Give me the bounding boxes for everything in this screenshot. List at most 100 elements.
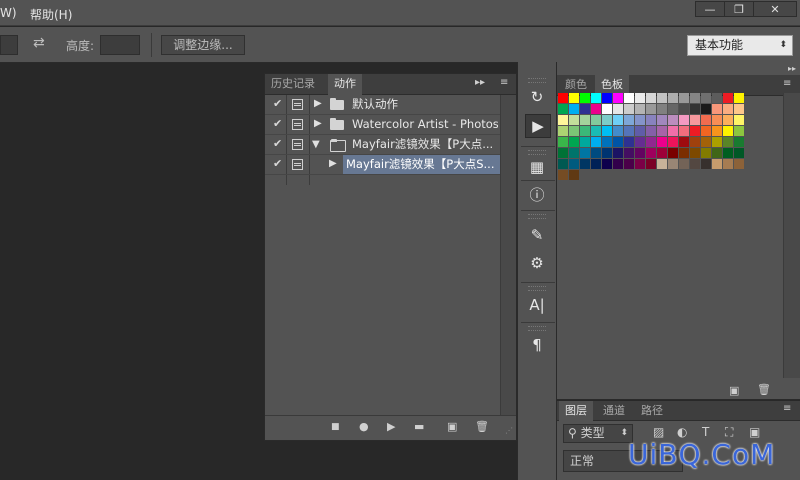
panel-menu-icon[interactable]: ≡ (783, 403, 791, 414)
color-swatch[interactable] (613, 126, 623, 136)
color-swatch[interactable] (723, 93, 733, 103)
menu-item-window[interactable]: W) (0, 6, 17, 20)
color-swatch[interactable] (558, 115, 568, 125)
color-swatch[interactable] (558, 137, 568, 147)
color-swatch[interactable] (657, 137, 667, 147)
color-swatch[interactable] (624, 93, 634, 103)
smart-object-filter-icon[interactable]: ▣ (749, 425, 760, 439)
color-swatch[interactable] (569, 148, 579, 158)
color-swatch[interactable] (613, 104, 623, 114)
color-swatch[interactable] (569, 93, 579, 103)
dialog-toggle-icon[interactable] (292, 99, 303, 110)
check-icon[interactable]: ✔ (273, 97, 282, 110)
color-swatch[interactable] (613, 115, 623, 125)
character-icon[interactable]: A| (525, 294, 549, 316)
color-swatch[interactable] (569, 126, 579, 136)
color-swatch[interactable] (701, 148, 711, 158)
swatches-scrollbar[interactable] (783, 93, 800, 378)
color-swatch[interactable] (624, 148, 634, 158)
tab-paths[interactable]: 路径 (635, 401, 669, 421)
color-swatch[interactable] (635, 104, 645, 114)
color-swatch[interactable] (635, 115, 645, 125)
new-action-icon[interactable]: ▣ (447, 420, 457, 433)
color-swatch[interactable] (624, 159, 634, 169)
color-swatch[interactable] (668, 126, 678, 136)
color-swatch[interactable] (602, 148, 612, 158)
color-swatch[interactable] (591, 126, 601, 136)
color-swatch[interactable] (635, 93, 645, 103)
dialog-toggle-icon[interactable] (292, 139, 303, 150)
color-swatch[interactable] (613, 159, 623, 169)
tab-layers[interactable]: 图层 (559, 401, 593, 422)
color-swatch[interactable] (591, 148, 601, 158)
color-swatch[interactable] (734, 93, 744, 103)
action-list-item[interactable]: ✔ ▼ Mayfair滤镜效果【P大点... (265, 135, 501, 155)
color-swatch[interactable] (723, 104, 733, 114)
width-input[interactable] (0, 35, 18, 55)
color-swatch[interactable] (712, 137, 722, 147)
expand-panel-icon[interactable]: ▸▸ (475, 77, 485, 88)
color-swatch[interactable] (668, 93, 678, 103)
color-swatch[interactable] (734, 115, 744, 125)
tab-actions[interactable]: 动作 (328, 74, 362, 95)
color-swatch[interactable] (701, 104, 711, 114)
color-swatch[interactable] (734, 104, 744, 114)
color-swatch[interactable] (712, 104, 722, 114)
color-swatch[interactable] (602, 93, 612, 103)
stop-icon[interactable]: ■ (331, 422, 340, 432)
paragraph-icon[interactable]: ¶ (525, 334, 549, 356)
action-list-item[interactable]: ✔ ▶ Mayfair滤镜效果【P大点S... (265, 155, 501, 175)
tab-history[interactable]: 历史记录 (265, 74, 321, 94)
color-swatch[interactable] (668, 137, 678, 147)
brush-settings-icon[interactable]: ⚙ (525, 252, 549, 274)
tab-color[interactable]: 颜色 (559, 75, 593, 95)
color-swatch[interactable] (723, 148, 733, 158)
dock-grip[interactable] (528, 326, 546, 331)
actions-scrollbar[interactable] (500, 95, 516, 417)
color-swatch[interactable] (580, 115, 590, 125)
color-swatch[interactable] (602, 126, 612, 136)
expand-triangle-icon[interactable]: ▶ (329, 158, 337, 169)
restore-button[interactable]: ❐ (724, 1, 754, 17)
color-swatch[interactable] (558, 159, 568, 169)
color-swatch[interactable] (635, 126, 645, 136)
color-swatch[interactable] (668, 148, 678, 158)
color-swatch[interactable] (591, 137, 601, 147)
color-swatch[interactable] (602, 104, 612, 114)
play-icon[interactable]: ▶ (387, 420, 395, 433)
color-swatch[interactable] (580, 137, 590, 147)
color-swatch[interactable] (602, 137, 612, 147)
color-swatch[interactable] (646, 126, 656, 136)
color-swatch[interactable] (591, 104, 601, 114)
height-input[interactable] (100, 35, 140, 55)
close-button[interactable]: ✕ (753, 1, 797, 17)
color-swatch[interactable] (624, 115, 634, 125)
color-swatch[interactable] (679, 137, 689, 147)
color-swatch[interactable] (602, 159, 612, 169)
check-icon[interactable]: ✔ (273, 117, 282, 130)
color-swatch[interactable] (690, 148, 700, 158)
color-swatch[interactable] (580, 93, 590, 103)
color-swatch[interactable] (635, 148, 645, 158)
menu-item-help[interactable]: 帮助(H) (30, 6, 72, 23)
color-swatch[interactable] (690, 137, 700, 147)
color-swatch[interactable] (679, 115, 689, 125)
info-icon[interactable]: ⓘ (525, 184, 549, 206)
color-swatch[interactable] (690, 115, 700, 125)
color-swatch[interactable] (723, 126, 733, 136)
color-swatch[interactable] (690, 126, 700, 136)
color-swatch[interactable] (591, 159, 601, 169)
color-swatch[interactable] (690, 159, 700, 169)
color-swatch[interactable] (624, 137, 634, 147)
workspace-select[interactable]: 基本功能 ⬍ (687, 35, 793, 56)
color-swatch[interactable] (701, 126, 711, 136)
dock-grip[interactable] (528, 150, 546, 155)
color-swatch[interactable] (580, 148, 590, 158)
color-swatch[interactable] (657, 126, 667, 136)
color-swatch[interactable] (723, 159, 733, 169)
color-swatch[interactable] (624, 104, 634, 114)
color-swatch[interactable] (701, 115, 711, 125)
color-swatch[interactable] (701, 159, 711, 169)
dialog-toggle-icon[interactable] (292, 159, 303, 170)
color-swatch[interactable] (646, 93, 656, 103)
